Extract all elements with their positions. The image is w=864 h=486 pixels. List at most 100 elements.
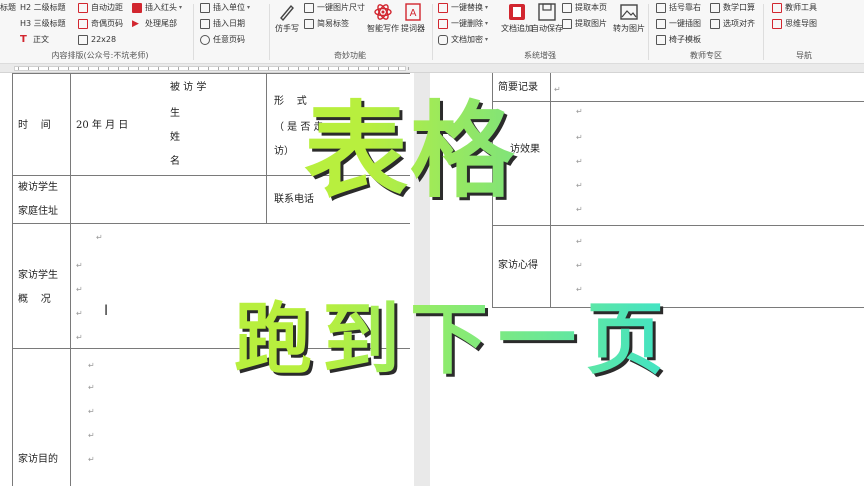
insert-image-button[interactable]: 一键插图 (656, 16, 701, 32)
extract-image-button[interactable]: 提取图片 (562, 16, 607, 32)
ruler-tick (78, 67, 79, 70)
image-size-button[interactable]: 一键图片尺寸 (304, 0, 365, 16)
group-teacher: 括号靠右 一键插图 椅子模板 数学口算 选项对齐 教师专区 (650, 0, 762, 64)
delete-icon (438, 19, 448, 29)
layout-22x28-button[interactable]: 22x28 (78, 32, 116, 48)
ruler-tick (218, 67, 219, 70)
cell-overview-label-2: 概 况 (18, 294, 51, 305)
ruler-tick (48, 67, 49, 70)
ruler-tick (368, 67, 369, 70)
ruler-tick (358, 67, 359, 70)
ruler-tick (158, 67, 159, 70)
ruler-tick (238, 67, 239, 70)
heading2-button[interactable]: H2 二级标题 (20, 0, 66, 16)
insert-red-header-button[interactable]: 插入红头 ▾ (132, 0, 182, 16)
ruler-tick (28, 67, 29, 70)
extract-page-button[interactable]: 提取本页 (562, 0, 607, 16)
mind-map-button[interactable]: 思维导图 (772, 16, 817, 32)
handwriting-button[interactable]: 仿手写 (270, 2, 304, 34)
text-cursor-icon: I (104, 303, 109, 319)
cell-visited-label-1: 被 访 学 (170, 82, 207, 93)
table-border (266, 73, 267, 223)
ruler-tick (108, 67, 109, 70)
paragraph-mark: ↵ (576, 107, 583, 116)
ruler-tick (388, 67, 389, 70)
encrypt-doc-button[interactable]: 文档加密 ▾ (438, 32, 488, 48)
ruler-tick (298, 67, 299, 70)
body-text-button[interactable]: T 正文 (20, 32, 49, 48)
any-page-number-button[interactable]: 任意页码 (200, 32, 245, 48)
delete-all-button[interactable]: 一键删除 ▾ (438, 16, 488, 32)
chevron-down-icon: ▾ (179, 4, 183, 11)
save-icon (538, 3, 556, 21)
auto-save-button[interactable]: 自动保存 (530, 2, 564, 34)
table-border (550, 73, 551, 308)
cell-form-label-3: 访） (274, 146, 294, 157)
group-label-layout: 内容排版(公众号:不坑老师) (51, 51, 149, 60)
group-label-navigation: 导航 (796, 51, 812, 60)
ruler-tick (138, 67, 139, 70)
smart-writing-button[interactable]: 智能写作 (366, 2, 400, 34)
cell-visited-label-4: 名 (170, 156, 180, 167)
svg-text:A: A (410, 8, 417, 19)
chevron-down-icon: ▾ (485, 36, 489, 43)
heading3-button[interactable]: H3 三级标题 (20, 16, 66, 32)
ruler-tick (178, 67, 179, 70)
ruler-tick (248, 67, 249, 70)
simple-label-button[interactable]: 简易标签 (304, 16, 349, 32)
ruler-tick (128, 67, 129, 70)
mind-map-icon (772, 19, 782, 29)
extract-page-icon (562, 3, 572, 13)
horizontal-ruler[interactable] (0, 64, 864, 73)
group-navigation: 教师工具 思维导图 导航 (764, 0, 864, 64)
cell-address-label-1: 被访学生 (18, 182, 58, 193)
paragraph-mark: ↵ (576, 133, 583, 142)
replace-all-button[interactable]: 一键替换 ▾ (438, 0, 488, 16)
group-system: 一键替换 ▾ 一键删除 ▾ 文档加密 ▾ 文档追加 自动保存 提取本页 提取图片 转为… (434, 0, 646, 64)
insert-unit-button[interactable]: 插入单位 ▾ (200, 0, 250, 16)
cell-date-value[interactable]: 20 年 月 日 (76, 119, 128, 133)
page-icon (200, 35, 210, 45)
paragraph-mark: ↵ (576, 157, 583, 166)
tools-icon (772, 3, 782, 13)
insert-date-button[interactable]: 插入日期 (200, 16, 245, 32)
chair-template-button[interactable]: 椅子模板 (656, 32, 701, 48)
paragraph-mark: ↵ (88, 431, 95, 440)
group-label-system: 系统增强 (524, 51, 556, 60)
append-doc-button[interactable]: 文档追加 (500, 2, 534, 34)
table-border (70, 73, 71, 486)
auto-margin-button[interactable]: 自动边距 (78, 0, 123, 16)
label-icon (304, 19, 314, 29)
table-border (12, 73, 410, 74)
margin-icon (78, 3, 88, 13)
table-border (492, 225, 864, 226)
math-icon (710, 3, 720, 13)
cell-visited-label-3: 姓 (170, 132, 180, 143)
ruler-tick (38, 67, 39, 70)
paragraph-mark: ↵ (554, 85, 561, 94)
cell-feeling-label: 家访心得 (498, 260, 538, 271)
mental-math-button[interactable]: 数学口算 (710, 0, 755, 16)
pen-icon (280, 4, 294, 22)
prompter-icon: A (405, 3, 421, 21)
process-tail-button[interactable]: ▶ 处理尾部 (132, 16, 177, 32)
ruler-tick (348, 67, 349, 70)
cell-purpose-label: 家访目的 (18, 454, 58, 465)
ruler-tick (268, 67, 269, 70)
ruler-tick (198, 67, 199, 70)
grid-icon (78, 35, 88, 45)
align-options-button[interactable]: 选项对齐 (710, 16, 755, 32)
teacher-tools-button[interactable]: 教师工具 (772, 0, 817, 16)
heading1-button[interactable]: 标题 (0, 0, 16, 16)
chair-icon (656, 35, 666, 45)
group-label-teacher: 教师专区 (690, 51, 722, 60)
paragraph-mark: ↵ (76, 261, 83, 270)
paragraph-mark: ↵ (88, 383, 95, 392)
ruler-tick (288, 67, 289, 70)
bracket-right-button[interactable]: 括号靠右 (656, 0, 701, 16)
ruler-tick (228, 67, 229, 70)
to-image-button[interactable]: 转为图片 (612, 2, 646, 34)
odd-even-page-button[interactable]: 奇偶页码 (78, 16, 123, 32)
teleprompter-button[interactable]: A 提词器 (396, 2, 430, 34)
cell-time-label: 时 间 (18, 120, 51, 131)
